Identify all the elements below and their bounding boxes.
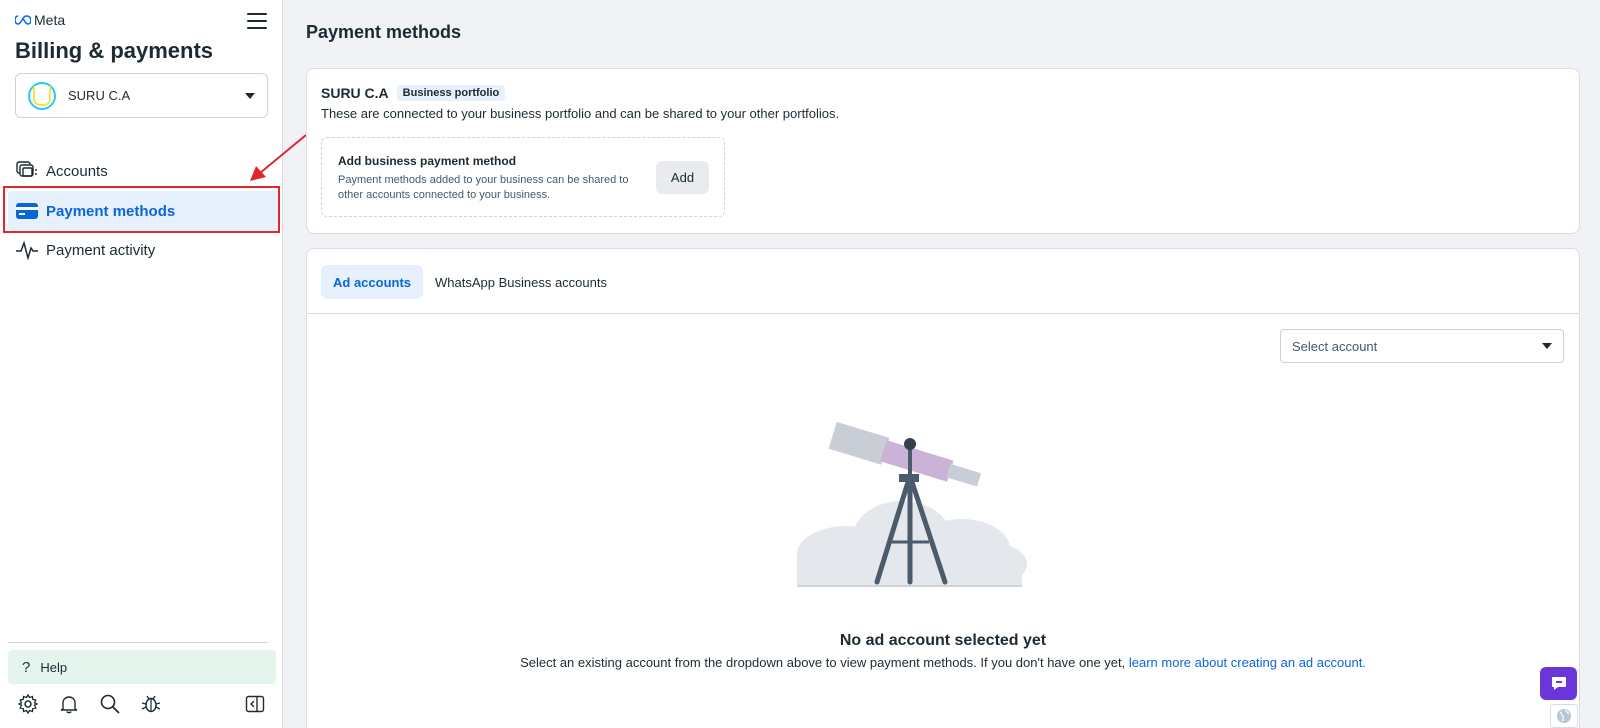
- telescope-illustration: [797, 421, 1027, 587]
- sidebar-item-payment-activity[interactable]: Payment activity: [8, 230, 280, 270]
- portfolio-avatar: [28, 81, 56, 110]
- portfolio-card: SURU C.A Business portfolio These are co…: [306, 68, 1580, 234]
- page-title: Payment methods: [306, 22, 462, 42]
- select-account-placeholder: Select account: [1292, 338, 1378, 354]
- page-scrollbar[interactable]: [1590, 0, 1600, 728]
- select-account-dropdown[interactable]: Select account: [1280, 329, 1564, 363]
- add-payment-method-box: Add business payment method Payment meth…: [321, 137, 725, 217]
- sidebar-item-label: Accounts: [46, 162, 108, 180]
- sidebar-item-label: Payment activity: [46, 241, 156, 259]
- meta-infinity-icon: [15, 15, 31, 25]
- portfolio-selector-name: SURU C.A: [68, 88, 131, 103]
- empty-state-text: Select an existing account from the drop…: [520, 655, 1129, 670]
- portfolio-name: SURU C.A: [321, 85, 389, 101]
- meta-brand-text: Meta: [34, 12, 66, 28]
- chat-icon: [1551, 677, 1566, 690]
- credit-card-icon: [15, 199, 39, 223]
- chat-button[interactable]: [1540, 667, 1577, 700]
- menu-toggle-icon[interactable]: [247, 13, 267, 31]
- meta-logo[interactable]: Meta: [15, 12, 65, 28]
- search-icon[interactable]: [100, 694, 122, 716]
- sidebar: Meta Billing & payments SURU C.A Account…: [0, 0, 283, 728]
- add-payment-method-description: Payment methods added to your business c…: [338, 174, 629, 201]
- sidebar-footer: [17, 693, 268, 718]
- help-label: Help: [40, 659, 68, 675]
- learn-more-link[interactable]: learn more about creating an ad account.: [1129, 655, 1366, 670]
- sidebar-title: Billing & payments: [15, 38, 214, 63]
- empty-state-description: Select an existing account from the drop…: [307, 655, 1579, 670]
- accounts-icon: [15, 159, 39, 183]
- language-button[interactable]: [1550, 704, 1578, 728]
- empty-state-title: No ad account selected yet: [839, 632, 1047, 649]
- sidebar-item-label: Payment methods: [46, 202, 176, 220]
- portfolio-badge: Business portfolio: [396, 85, 506, 101]
- tab-whatsapp-business-accounts[interactable]: WhatsApp Business accounts: [423, 265, 619, 299]
- question-icon: ?: [22, 658, 31, 676]
- accounts-card: Ad accounts WhatsApp Business accounts S…: [306, 248, 1580, 728]
- chevron-down-icon: [1542, 343, 1552, 349]
- settings-icon[interactable]: [17, 693, 40, 716]
- tab-ad-accounts[interactable]: Ad accounts: [321, 265, 424, 299]
- sidebar-item-payment-methods[interactable]: Payment methods: [8, 191, 280, 231]
- portfolio-description: These are connected to your business por…: [321, 106, 840, 121]
- bug-icon[interactable]: [141, 694, 163, 716]
- activity-icon: [15, 238, 39, 262]
- globe-icon: [1557, 709, 1571, 723]
- add-payment-method-title: Add business payment method: [338, 154, 517, 168]
- bell-icon[interactable]: [59, 694, 81, 716]
- add-payment-method-button[interactable]: Add: [656, 161, 709, 194]
- portfolio-selector[interactable]: SURU C.A: [15, 73, 268, 118]
- chevron-down-icon: [245, 92, 255, 99]
- account-tabs: Ad accounts WhatsApp Business accounts: [307, 249, 1579, 314]
- sidebar-item-accounts[interactable]: Accounts: [8, 151, 280, 191]
- help-button[interactable]: ? Help: [8, 650, 276, 684]
- sidebar-divider: [8, 642, 268, 643]
- collapse-panel-icon[interactable]: [245, 694, 267, 716]
- portfolio-heading: SURU C.A Business portfolio: [321, 85, 506, 101]
